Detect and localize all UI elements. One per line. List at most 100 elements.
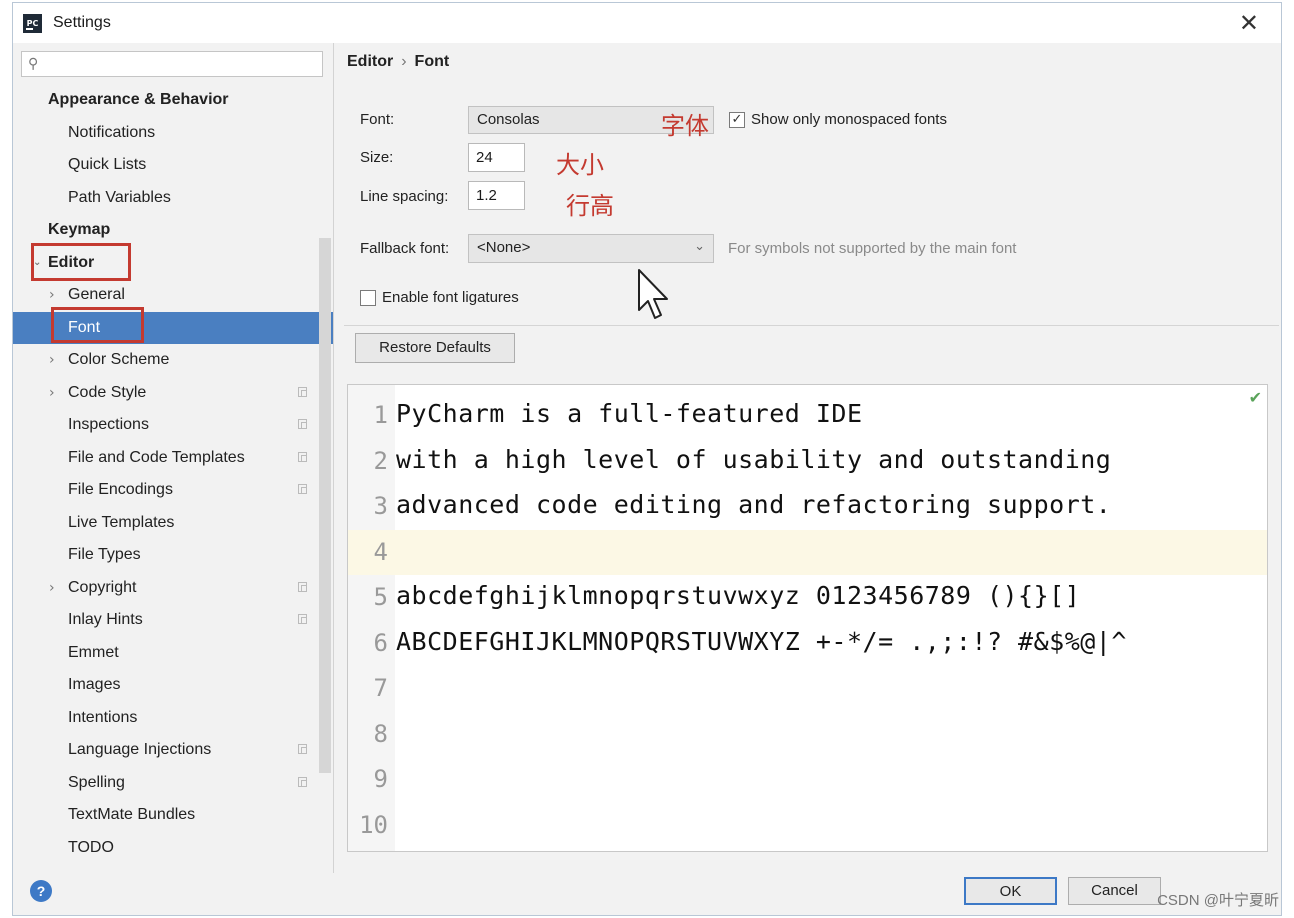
line-number: 5	[373, 583, 388, 611]
sidebar-item-code-style[interactable]: › Code Style	[13, 377, 333, 410]
code-line[interactable]: 10	[348, 803, 1267, 848]
pycharm-app-icon: PC	[23, 14, 42, 33]
search-icon: ⚲	[28, 56, 39, 72]
expand-arrow-icon[interactable]: ›	[49, 572, 55, 605]
size-input[interactable]: 24	[468, 143, 525, 172]
sidebar-item-label: Inlay Hints	[68, 611, 143, 628]
code-line[interactable]: 3 advanced code editing and refactoring s…	[348, 484, 1267, 529]
sidebar-item-notifications[interactable]: Notifications	[13, 117, 333, 150]
sidebar-item-label: TextMate Bundles	[68, 806, 196, 823]
line-spacing-value: 1.2	[476, 187, 497, 204]
sidebar-item-copyright[interactable]: › Copyright	[13, 572, 333, 605]
sidebar-item-label: Emmet	[68, 643, 119, 661]
help-icon[interactable]: ?	[30, 880, 52, 902]
project-scope-icon	[298, 386, 307, 397]
sidebar-item-color-scheme[interactable]: › Color Scheme	[13, 344, 333, 377]
size-annotation: 大小	[556, 151, 604, 179]
code-line[interactable]: 5 abcdefghijklmnopqrstuvwxyz 0123456789 (…	[348, 575, 1267, 620]
code-text: advanced code editing and refactoring su…	[396, 490, 1112, 519]
sidebar-item-intentions[interactable]: Intentions	[13, 702, 333, 735]
breadcrumb-current: Font	[414, 53, 450, 70]
code-line[interactable]: 7	[348, 666, 1267, 711]
separator-line	[344, 325, 1279, 326]
sidebar-item-label: Copyright	[68, 578, 137, 596]
sidebar-item-images[interactable]: Images	[13, 669, 333, 702]
monospaced-checkbox[interactable]: ✓	[729, 112, 745, 128]
font-highlight-box	[51, 307, 144, 343]
settings-sidebar: ⚲ Appearance & Behavior Notifications Quic…	[13, 43, 333, 863]
code-line[interactable]: 4	[348, 529, 1267, 575]
line-number: 1	[373, 401, 388, 429]
sidebar-item-label: Color Scheme	[68, 351, 170, 368]
chevron-down-icon: ⌄	[694, 239, 705, 254]
line-number: 7	[373, 674, 388, 702]
sidebar-item-inlay-hints[interactable]: Inlay Hints	[13, 604, 333, 637]
sidebar-item-live-templates[interactable]: Live Templates	[13, 507, 333, 540]
sidebar-item-textmate-bundles[interactable]: TextMate Bundles	[13, 799, 333, 832]
sidebar-item-file-types[interactable]: File Types	[13, 539, 333, 572]
code-line[interactable]: 1 PyCharm is a full-featured IDE	[348, 393, 1267, 438]
sidebar-item-label: File Encodings	[68, 481, 173, 498]
line-number: 6	[373, 628, 388, 657]
code-text: with a high level of usability and outst…	[396, 444, 1112, 474]
font-label: Font:	[360, 111, 395, 128]
window-title: Settings	[53, 14, 111, 31]
project-scope-icon	[298, 614, 307, 624]
code-line[interactable]: 6 ABCDEFGHIJKLMNOPQRSTUVWXYZ +-*/= .,;:!?…	[348, 621, 1267, 666]
code-text: PyCharm is a full-featured IDE	[396, 399, 863, 428]
close-icon[interactable]: ✕	[1239, 9, 1259, 37]
ok-button[interactable]: OK	[964, 877, 1057, 905]
sidebar-item-label: Live Templates	[68, 513, 175, 531]
editor-highlight-box	[31, 243, 131, 281]
sidebar-item-label: Path Variables	[68, 188, 171, 206]
search-box[interactable]: ⚲	[21, 51, 323, 77]
restore-defaults-button[interactable]: Restore Defaults	[355, 333, 515, 363]
sidebar-item-language-injections[interactable]: Language Injections	[13, 734, 333, 767]
sidebar-item-label: Spelling	[68, 773, 125, 791]
line-number: 3	[373, 492, 388, 520]
settings-tree: Appearance & Behavior Notifications Quick …	[13, 84, 333, 864]
sidebar-item-file-and-code-templates[interactable]: File and Code Templates	[13, 442, 333, 475]
font-preview-editor[interactable]: ✔ 1 PyCharm is a full-featured IDE 2 with a…	[347, 384, 1268, 852]
project-scope-icon	[298, 744, 307, 754]
sidebar-item-todo[interactable]: TODO	[13, 832, 333, 865]
sidebar-item-label: Appearance & Behavior	[48, 91, 229, 108]
code-text: ABCDEFGHIJKLMNOPQRSTUVWXYZ +-*/= .,;:!? …	[396, 626, 1127, 656]
breadcrumb-separator: ›	[401, 53, 407, 70]
fallback-font-select[interactable]: <None> ⌄	[468, 234, 714, 263]
sidebar-item-emmet[interactable]: Emmet	[13, 637, 333, 670]
size-value: 24	[476, 149, 493, 166]
code-line[interactable]: 8	[348, 712, 1267, 757]
sidebar-item-label: Quick Lists	[68, 156, 147, 173]
code-line[interactable]: 9	[348, 757, 1267, 802]
line-spacing-input[interactable]: 1.2	[468, 181, 525, 210]
expand-arrow-icon[interactable]: ›	[49, 344, 55, 377]
sidebar-item-spelling[interactable]: Spelling	[13, 767, 333, 800]
sidebar-item-path-variables[interactable]: Path Variables	[13, 182, 333, 215]
ligatures-label: Enable font ligatures	[382, 289, 519, 306]
cancel-button[interactable]: Cancel	[1068, 877, 1161, 905]
line-spacing-label: Line spacing:	[360, 188, 449, 205]
sidebar-item-keymap[interactable]: Keymap	[13, 214, 333, 247]
sidebar-item-label: File and Code Templates	[68, 448, 245, 466]
sidebar-item-inspections[interactable]: Inspections	[13, 409, 333, 442]
line-spacing-annotation: 行高	[566, 192, 614, 220]
sidebar-item-file-encodings[interactable]: File Encodings	[13, 474, 333, 507]
breadcrumb-parent[interactable]: Editor	[347, 53, 393, 70]
sidebar-scrollbar[interactable]	[319, 238, 331, 773]
sidebar-item-appearance-behavior[interactable]: Appearance & Behavior	[13, 84, 333, 117]
project-scope-icon	[298, 484, 307, 494]
code-line[interactable]: 2 with a high level of usability and outs…	[348, 439, 1267, 484]
fallback-font-value: <None>	[477, 239, 531, 256]
sidebar-item-label: Code Style	[68, 383, 147, 401]
fallback-font-label: Fallback font:	[360, 240, 450, 257]
title-bar: PC Settings ✕	[13, 3, 1281, 43]
expand-arrow-icon[interactable]: ›	[49, 377, 55, 410]
line-number: 4	[373, 537, 388, 566]
line-number: 10	[359, 810, 388, 839]
ligatures-checkbox[interactable]	[360, 290, 376, 306]
settings-dialog: PC Settings ✕ ⚲ Appearance & Behavior Not…	[12, 2, 1282, 916]
sidebar-item-quick-lists[interactable]: Quick Lists	[13, 149, 333, 182]
project-scope-icon	[298, 451, 307, 462]
search-input[interactable]	[48, 54, 320, 76]
